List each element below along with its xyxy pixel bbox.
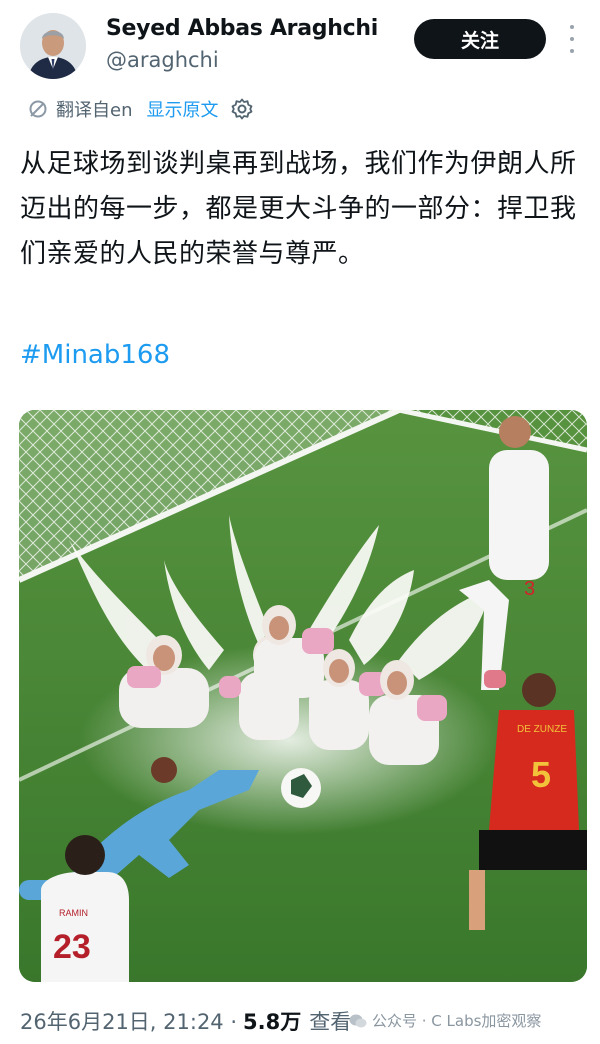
gear-icon[interactable]: [230, 97, 254, 121]
watermark: 公众号 · C Labs加密观察: [348, 1010, 541, 1031]
jersey-number-3: 3: [524, 578, 535, 600]
jersey-number-23: 23: [53, 928, 91, 966]
translated-from-label: 翻译自en: [56, 100, 133, 121]
tweet-text: 从足球场到谈判桌再到战场，我们作为伊朗人所迈出的每一步，都是更大斗争的一部分：捍…: [20, 149, 577, 269]
tweet-header: Seyed Abbas Araghchi @araghchi 关注: [0, 0, 600, 90]
author-handle[interactable]: @araghchi: [106, 48, 219, 72]
views-label: 查看: [309, 1010, 352, 1034]
follow-button[interactable]: 关注: [414, 19, 546, 59]
avatar-image: [20, 13, 86, 79]
jersey-name-red: DE ZUNZE: [517, 724, 567, 735]
views-count: 5.8万: [243, 1010, 302, 1034]
jersey-name-white: RAMIN: [59, 908, 88, 918]
jersey-number-5: 5: [531, 754, 551, 795]
translation-bar: 翻译自en 显示原文: [28, 94, 254, 124]
tweet-image[interactable]: 3 5 DE ZUNZE 23 RAMIN: [19, 410, 587, 982]
wechat-icon: [349, 1014, 367, 1027]
hashtag-link[interactable]: #Minab168: [20, 340, 170, 370]
more-icon[interactable]: [567, 25, 577, 53]
watermark-text: 公众号 · C Labs加密观察: [372, 1012, 542, 1030]
football-artwork: 3 5 DE ZUNZE 23 RAMIN: [19, 410, 587, 982]
author-name[interactable]: Seyed Abbas Araghchi: [106, 16, 378, 41]
avatar[interactable]: [20, 13, 86, 79]
timestamp[interactable]: 26年6月21日, 21:24 ·: [20, 1006, 237, 1036]
translate-icon: [29, 100, 47, 118]
tweet-meta: 26年6月21日, 21:24 · 5.8万 查看: [20, 1004, 351, 1038]
show-original-link[interactable]: 显示原文: [146, 96, 218, 122]
